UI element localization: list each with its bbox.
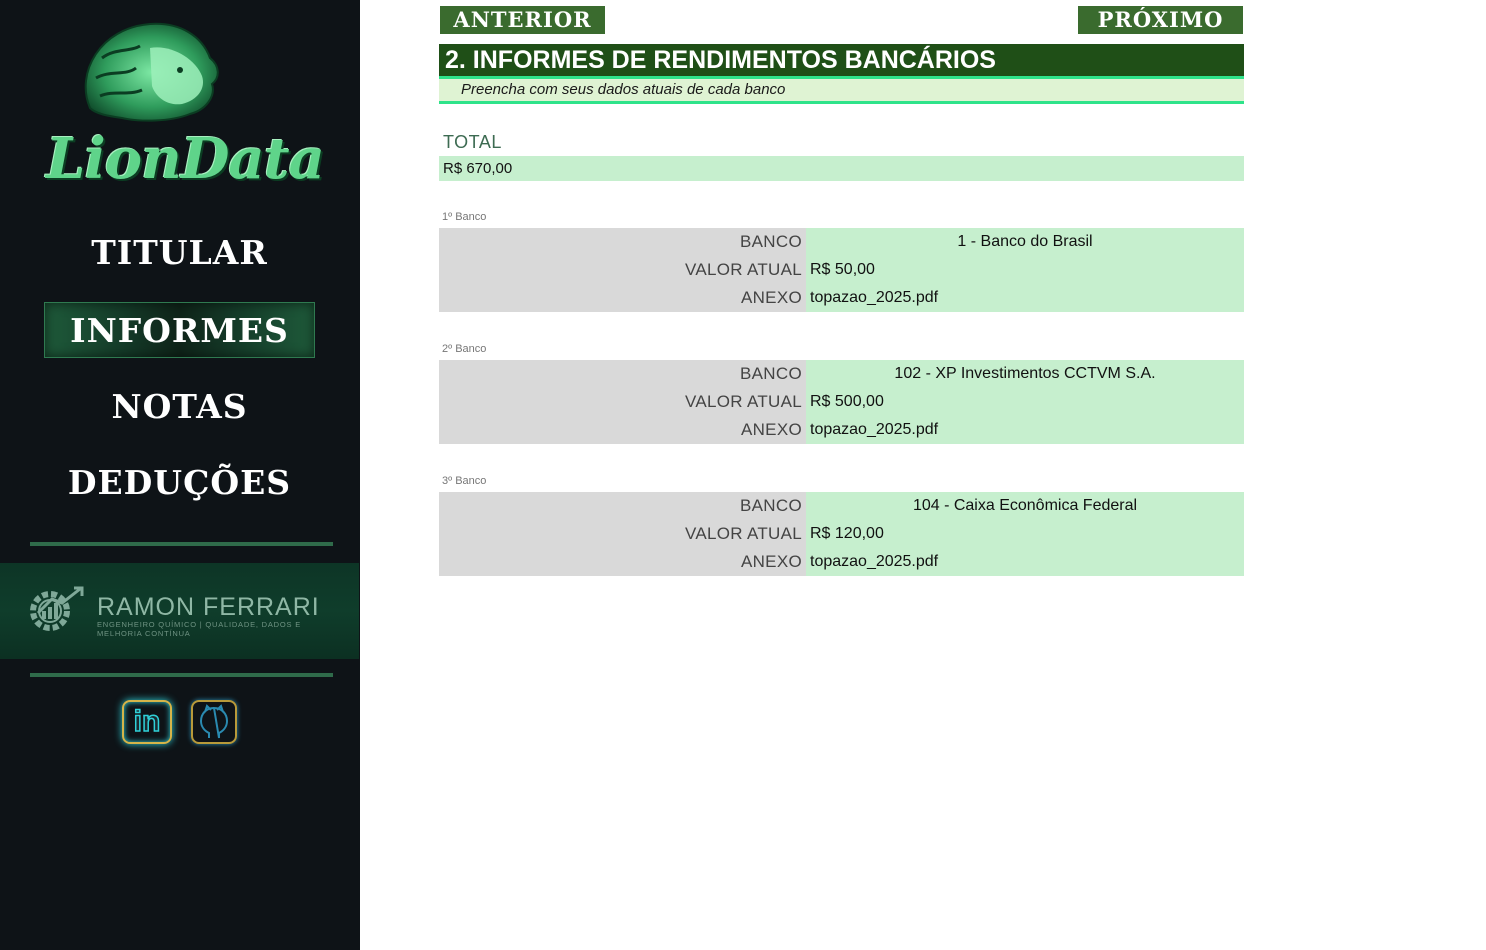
- sidebar: LionData TITULAR INFORMES NOTAS DEDUÇÕES…: [0, 0, 360, 950]
- nav-titular[interactable]: TITULAR: [44, 225, 315, 281]
- sidebar-divider: [30, 673, 333, 677]
- bank-row-banco: BANCO 104 - Caixa Econômica Federal: [439, 492, 1244, 520]
- bank-row-banco: BANCO 102 - XP Investimentos CCTVM S.A.: [439, 360, 1244, 388]
- nav-notas[interactable]: NOTAS: [44, 379, 315, 435]
- sidebar-divider: [30, 542, 333, 546]
- bank-row-anexo: ANEXO topazao_2025.pdf: [439, 284, 1244, 312]
- field-label: ANEXO: [439, 416, 806, 444]
- logo-text: LionData: [46, 126, 325, 192]
- value-input[interactable]: R$ 120,00: [806, 520, 1244, 548]
- bank-block-3: 3º Banco BANCO 104 - Caixa Econômica Fed…: [439, 475, 1244, 577]
- lion-head-icon: [84, 22, 219, 122]
- field-label: VALOR ATUAL: [439, 520, 806, 548]
- previous-button[interactable]: ANTERIOR: [440, 6, 605, 34]
- linkedin-button[interactable]: in: [122, 700, 172, 744]
- bank-select[interactable]: 104 - Caixa Econômica Federal: [806, 492, 1244, 520]
- nav-informes[interactable]: INFORMES: [44, 302, 315, 358]
- attachment-link[interactable]: topazao_2025.pdf: [806, 548, 1244, 576]
- github-button[interactable]: [191, 700, 237, 744]
- bank-select[interactable]: 1 - Banco do Brasil: [806, 228, 1244, 256]
- accent-line: [439, 101, 1244, 104]
- field-label: VALOR ATUAL: [439, 256, 806, 284]
- bank-row-anexo: ANEXO topazao_2025.pdf: [439, 548, 1244, 576]
- section-subtitle: Preencha com seus dados atuais de cada b…: [439, 79, 1244, 101]
- total-label: TOTAL: [443, 132, 502, 152]
- github-icon: [199, 704, 229, 739]
- bank-caption: 2º Banco: [442, 343, 487, 355]
- nav-deducoes[interactable]: DEDUÇÕES: [44, 455, 315, 511]
- bank-select[interactable]: 102 - XP Investimentos CCTVM S.A.: [806, 360, 1244, 388]
- bank-row-valor: VALOR ATUAL R$ 120,00: [439, 520, 1244, 548]
- total-value: R$ 670,00: [439, 156, 1244, 181]
- bank-caption: 3º Banco: [442, 475, 487, 487]
- brand-banner: RAMON FERRARI ENGENHEIRO QUÍMICO | QUALI…: [0, 563, 359, 659]
- field-label: BANCO: [439, 492, 806, 520]
- attachment-link[interactable]: topazao_2025.pdf: [806, 416, 1244, 444]
- bank-row-banco: BANCO 1 - Banco do Brasil: [439, 228, 1244, 256]
- bank-row-valor: VALOR ATUAL R$ 500,00: [439, 388, 1244, 416]
- field-label: VALOR ATUAL: [439, 388, 806, 416]
- bank-row-valor: VALOR ATUAL R$ 50,00: [439, 256, 1244, 284]
- field-label: BANCO: [439, 360, 806, 388]
- brand-name: RAMON FERRARI: [97, 593, 320, 621]
- section-title: 2. INFORMES DE RENDIMENTOS BANCÁRIOS: [439, 44, 1244, 77]
- bank-block-2: 2º Banco BANCO 102 - XP Investimentos CC…: [439, 343, 1244, 445]
- brand-subtitle: ENGENHEIRO QUÍMICO | QUALIDADE, DADOS E …: [97, 620, 302, 638]
- field-label: ANEXO: [439, 548, 806, 576]
- gear-chart-icon: [30, 586, 84, 631]
- liondata-logo: LionData: [30, 18, 340, 208]
- attachment-link[interactable]: topazao_2025.pdf: [806, 284, 1244, 312]
- linkedin-icon: in: [133, 704, 161, 739]
- field-label: BANCO: [439, 228, 806, 256]
- bank-row-anexo: ANEXO topazao_2025.pdf: [439, 416, 1244, 444]
- next-button[interactable]: PRÓXIMO: [1078, 6, 1243, 34]
- bank-caption: 1º Banco: [442, 211, 487, 223]
- value-input[interactable]: R$ 50,00: [806, 256, 1244, 284]
- bank-block-1: 1º Banco BANCO 1 - Banco do Brasil VALOR…: [439, 211, 1244, 313]
- value-input[interactable]: R$ 500,00: [806, 388, 1244, 416]
- field-label: ANEXO: [439, 284, 806, 312]
